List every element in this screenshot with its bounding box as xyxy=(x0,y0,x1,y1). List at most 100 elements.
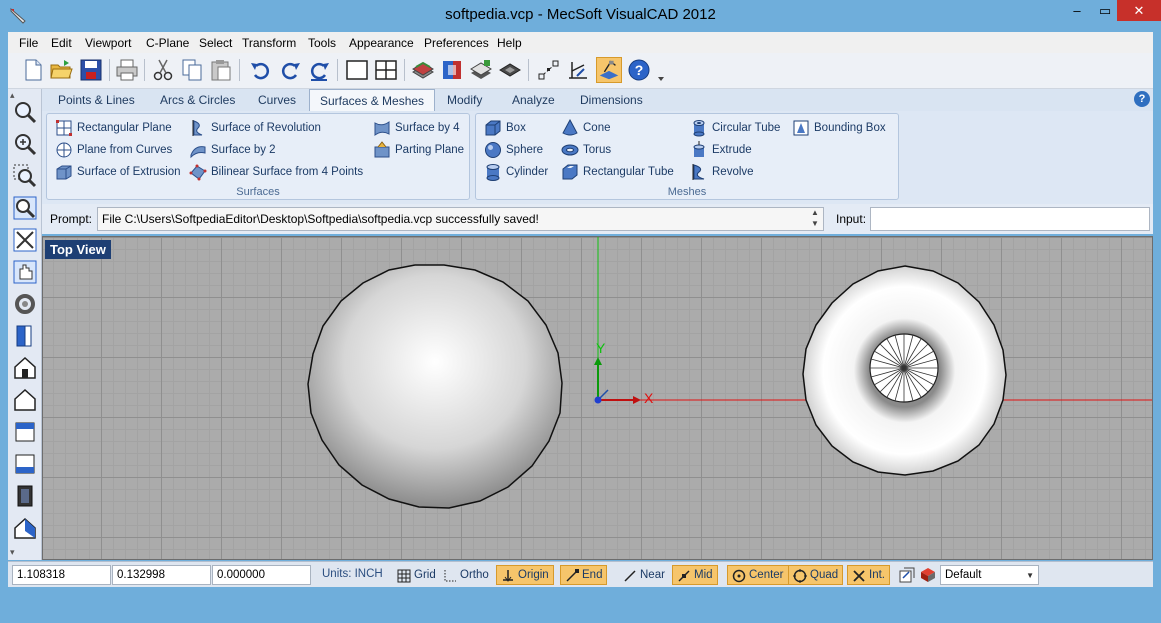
save-icon[interactable] xyxy=(78,57,104,83)
tab-analyze[interactable]: Analyze xyxy=(512,93,555,107)
toolbar-overflow-icon[interactable] xyxy=(656,57,666,83)
tab-surfaces-meshes[interactable]: Surfaces & Meshes xyxy=(309,89,436,112)
rectangular-tube-button[interactable]: Rectangular Tube xyxy=(561,162,674,182)
circular-tube-button[interactable]: Circular Tube xyxy=(690,118,780,138)
toolpath-icon[interactable] xyxy=(596,57,622,83)
menu-transform[interactable]: Transform xyxy=(242,36,296,50)
parting-plane-button[interactable]: Parting Plane xyxy=(373,140,464,160)
box-button[interactable]: Box xyxy=(484,118,526,138)
sphere-icon xyxy=(485,142,501,158)
right-view-icon[interactable] xyxy=(12,515,38,541)
bounding-box-label: Bounding Box xyxy=(814,122,886,134)
zoom-icon[interactable] xyxy=(12,99,38,125)
iso-view-icon[interactable] xyxy=(12,355,38,381)
toolbar-separator xyxy=(404,59,405,81)
bounding-box-button[interactable]: Bounding Box xyxy=(792,118,886,138)
cylinder-button[interactable]: Cylinder xyxy=(484,162,548,182)
menu-c-plane[interactable]: C-Plane xyxy=(146,36,189,50)
single-viewport-icon[interactable] xyxy=(344,57,370,83)
origin-snap-toggle[interactable]: Origin xyxy=(496,565,554,585)
layer-manager-icon[interactable] xyxy=(898,566,916,584)
intersection-snap-toggle[interactable]: Int. xyxy=(847,565,890,585)
prompt-scroll-arrows[interactable]: ▲ ▼ xyxy=(806,207,824,231)
surface-of-extrusion-button[interactable]: Surface of Extrusion xyxy=(55,162,181,182)
zoom-in-icon[interactable] xyxy=(12,131,38,157)
close-button[interactable]: ✕ xyxy=(1117,0,1161,21)
near-snap-toggle[interactable]: Near xyxy=(618,565,670,585)
surface-by-4-button[interactable]: Surface by 4 xyxy=(373,118,460,138)
menu-appearance[interactable]: Appearance xyxy=(349,36,414,50)
prompt-history[interactable]: File C:\Users\SoftpediaEditor\Desktop\So… xyxy=(97,207,824,231)
surface-by-2-button[interactable]: Surface by 2 xyxy=(189,140,276,160)
print-icon[interactable] xyxy=(114,57,140,83)
surface-of-revolution-button[interactable]: Surface of Revolution xyxy=(189,118,321,138)
command-input[interactable] xyxy=(870,207,1150,231)
grid-label: Grid xyxy=(414,569,436,581)
render-display-icon[interactable] xyxy=(468,57,494,83)
back-view-icon[interactable] xyxy=(12,483,38,509)
tab-dimensions[interactable]: Dimensions xyxy=(580,93,643,107)
top-viewport[interactable]: X Y Top View xyxy=(42,236,1153,560)
front-view-icon[interactable] xyxy=(12,323,38,349)
menu-viewport[interactable]: Viewport xyxy=(85,36,131,50)
units-indicator[interactable]: Units: INCH xyxy=(322,568,383,580)
help-toolbar-icon[interactable]: ? xyxy=(626,57,652,83)
tab-arcs-circles[interactable]: Arcs & Circles xyxy=(160,93,235,107)
intersection-snap-icon xyxy=(853,570,865,582)
menu-tools[interactable]: Tools xyxy=(308,36,336,50)
sphere-button[interactable]: Sphere xyxy=(484,140,543,160)
menu-select[interactable]: Select xyxy=(199,36,232,50)
grid-snap-toggle[interactable]: Grid xyxy=(392,565,441,585)
zoom-window-icon[interactable] xyxy=(12,163,38,189)
viewport-label[interactable]: Top View xyxy=(45,240,111,259)
repeat-icon[interactable] xyxy=(306,57,332,83)
rectangular-plane-button[interactable]: Rectangular Plane xyxy=(55,118,172,138)
cplane-icon[interactable] xyxy=(565,57,591,83)
layer-color-icon[interactable] xyxy=(919,566,937,584)
menu-preferences[interactable]: Preferences xyxy=(424,36,489,50)
menu-file[interactable]: File xyxy=(19,36,38,50)
sphere-mesh[interactable] xyxy=(307,264,563,509)
center-snap-toggle[interactable]: Center xyxy=(727,565,789,585)
shaded-display-icon[interactable] xyxy=(410,57,436,83)
scene-canvas[interactable]: X Y xyxy=(43,237,1153,560)
quad-snap-toggle[interactable]: Quad xyxy=(788,565,844,585)
maximize-button[interactable]: ▭ xyxy=(1091,0,1119,21)
menu-help[interactable]: Help xyxy=(497,36,522,50)
minimize-button[interactable]: ‒ xyxy=(1063,0,1091,21)
mid-snap-toggle[interactable]: Mid xyxy=(672,565,718,585)
cone-button[interactable]: Cone xyxy=(561,118,611,138)
select-points-icon[interactable] xyxy=(536,57,562,83)
tab-points-lines[interactable]: Points & Lines xyxy=(58,93,135,107)
copy-icon[interactable] xyxy=(179,57,205,83)
home-view-icon[interactable] xyxy=(12,387,38,413)
ortho-toggle[interactable]: Ortho xyxy=(438,565,494,585)
plane-from-curves-button[interactable]: Plane from Curves xyxy=(55,140,172,160)
paste-icon[interactable] xyxy=(208,57,234,83)
cut-icon[interactable] xyxy=(150,57,176,83)
section-view-icon[interactable] xyxy=(439,57,465,83)
undo-icon[interactable] xyxy=(248,57,274,83)
redo-icon[interactable] xyxy=(277,57,303,83)
pan-icon[interactable] xyxy=(12,259,38,285)
ribbon-help-icon[interactable]: ? xyxy=(1134,91,1150,107)
zoom-selected-icon[interactable] xyxy=(12,195,38,221)
tab-modify[interactable]: Modify xyxy=(447,93,482,107)
scroll-down-icon[interactable]: ▾ xyxy=(10,547,15,558)
wireframe-display-icon[interactable] xyxy=(497,57,523,83)
tab-curves[interactable]: Curves xyxy=(258,93,296,107)
bilinear-surface-button[interactable]: Bilinear Surface from 4 Points xyxy=(189,162,363,182)
rotate-view-icon[interactable] xyxy=(12,291,38,317)
top-view-icon[interactable] xyxy=(12,419,38,445)
zoom-extents-icon[interactable] xyxy=(12,227,38,253)
torus-button[interactable]: Torus xyxy=(561,140,611,160)
layer-dropdown[interactable]: Default ▼ xyxy=(940,565,1039,585)
bottom-view-icon[interactable] xyxy=(12,451,38,477)
four-viewports-icon[interactable] xyxy=(373,57,399,83)
new-file-icon[interactable] xyxy=(20,57,46,83)
revolve-button[interactable]: Revolve xyxy=(690,162,754,182)
menu-edit[interactable]: Edit xyxy=(51,36,72,50)
extrude-button[interactable]: Extrude xyxy=(690,140,752,160)
open-folder-icon[interactable] xyxy=(48,57,74,83)
end-snap-toggle[interactable]: End xyxy=(560,565,608,585)
